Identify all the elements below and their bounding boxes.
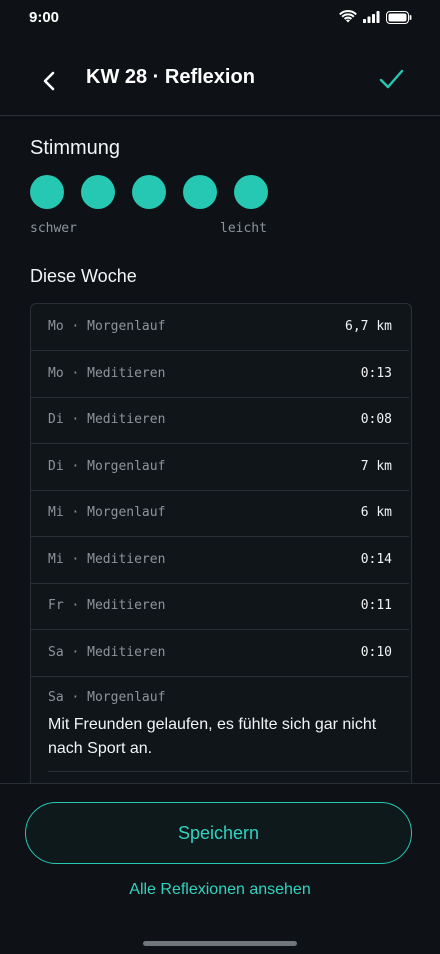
list-item[interactable]: Mi · Meditieren 0:14 [31, 537, 409, 584]
note-entry-label: Sa · Morgenlauf [48, 690, 166, 705]
entry-label: Fr · Meditieren [48, 598, 166, 613]
bottom-action-panel: Speichern Alle Reflexionen ansehen [0, 783, 440, 954]
done-button[interactable] [376, 64, 406, 94]
entry-value: 7 km [360, 459, 392, 474]
week-entries-card: Mo · Morgenlauf 6,7 km Mo · Meditieren 0… [30, 303, 412, 805]
header-divider [0, 115, 440, 116]
entry-label: Mo · Meditieren [48, 366, 166, 381]
chevron-left-icon [43, 71, 55, 91]
entry-value: 0:13 [360, 366, 392, 381]
entry-label: Sa · Meditieren [48, 645, 166, 660]
mood-dot-2[interactable] [81, 175, 115, 209]
signal-icon [363, 11, 380, 23]
home-indicator [143, 941, 297, 946]
mood-high-label: leicht [220, 221, 267, 236]
all-reflections-link[interactable]: Alle Reflexionen ansehen [0, 881, 440, 899]
week-section-title: Diese Woche [30, 266, 137, 286]
list-item[interactable]: Mo · Morgenlauf 6,7 km [31, 304, 409, 351]
entry-value: 0:14 [360, 552, 392, 567]
checkmark-icon [379, 69, 404, 89]
page-title: KW 28 · Reflexion [86, 66, 255, 88]
list-item[interactable]: Di · Morgenlauf 7 km [31, 444, 409, 491]
mood-dot-1[interactable] [30, 175, 64, 209]
mood-selector [30, 175, 268, 209]
top-app-bar: KW 28 · Reflexion [0, 44, 440, 114]
note-entry-text: Mit Freunden gelaufen, es fühlte sich ga… [48, 716, 377, 757]
status-bar: 9:00 [0, 0, 440, 36]
battery-icon [386, 10, 412, 24]
entry-value: 6,7 km [345, 319, 392, 334]
wifi-icon [339, 10, 357, 23]
back-button[interactable] [34, 66, 64, 96]
mood-section-title: Stimmung [30, 137, 121, 159]
entry-label: Mi · Morgenlauf [48, 505, 166, 520]
list-item[interactable]: Sa · Meditieren 0:10 [31, 630, 409, 677]
note-entry-divider [48, 771, 409, 772]
entry-label: Mi · Meditieren [48, 552, 166, 567]
mood-low-label: schwer [30, 221, 77, 236]
list-item[interactable]: Fr · Meditieren 0:11 [31, 583, 409, 630]
entry-label: Di · Meditieren [48, 412, 166, 427]
entry-value: 6 km [360, 505, 392, 520]
status-time: 9:00 [29, 9, 60, 26]
save-button[interactable]: Speichern [25, 802, 412, 864]
entry-label: Mo · Morgenlauf [48, 319, 166, 334]
entry-value: 0:11 [360, 598, 392, 613]
list-item[interactable]: Mi · Morgenlauf 6 km [31, 490, 409, 537]
status-icons [339, 10, 412, 24]
mood-dot-5[interactable] [234, 175, 268, 209]
entry-value: 0:08 [360, 412, 392, 427]
mood-dot-3[interactable] [132, 175, 166, 209]
entry-value: 0:10 [360, 645, 392, 660]
list-item[interactable]: Mo · Meditieren 0:13 [31, 351, 409, 398]
mood-dot-4[interactable] [183, 175, 217, 209]
entry-label: Di · Morgenlauf [48, 459, 166, 474]
list-item[interactable]: Di · Meditieren 0:08 [31, 397, 409, 444]
